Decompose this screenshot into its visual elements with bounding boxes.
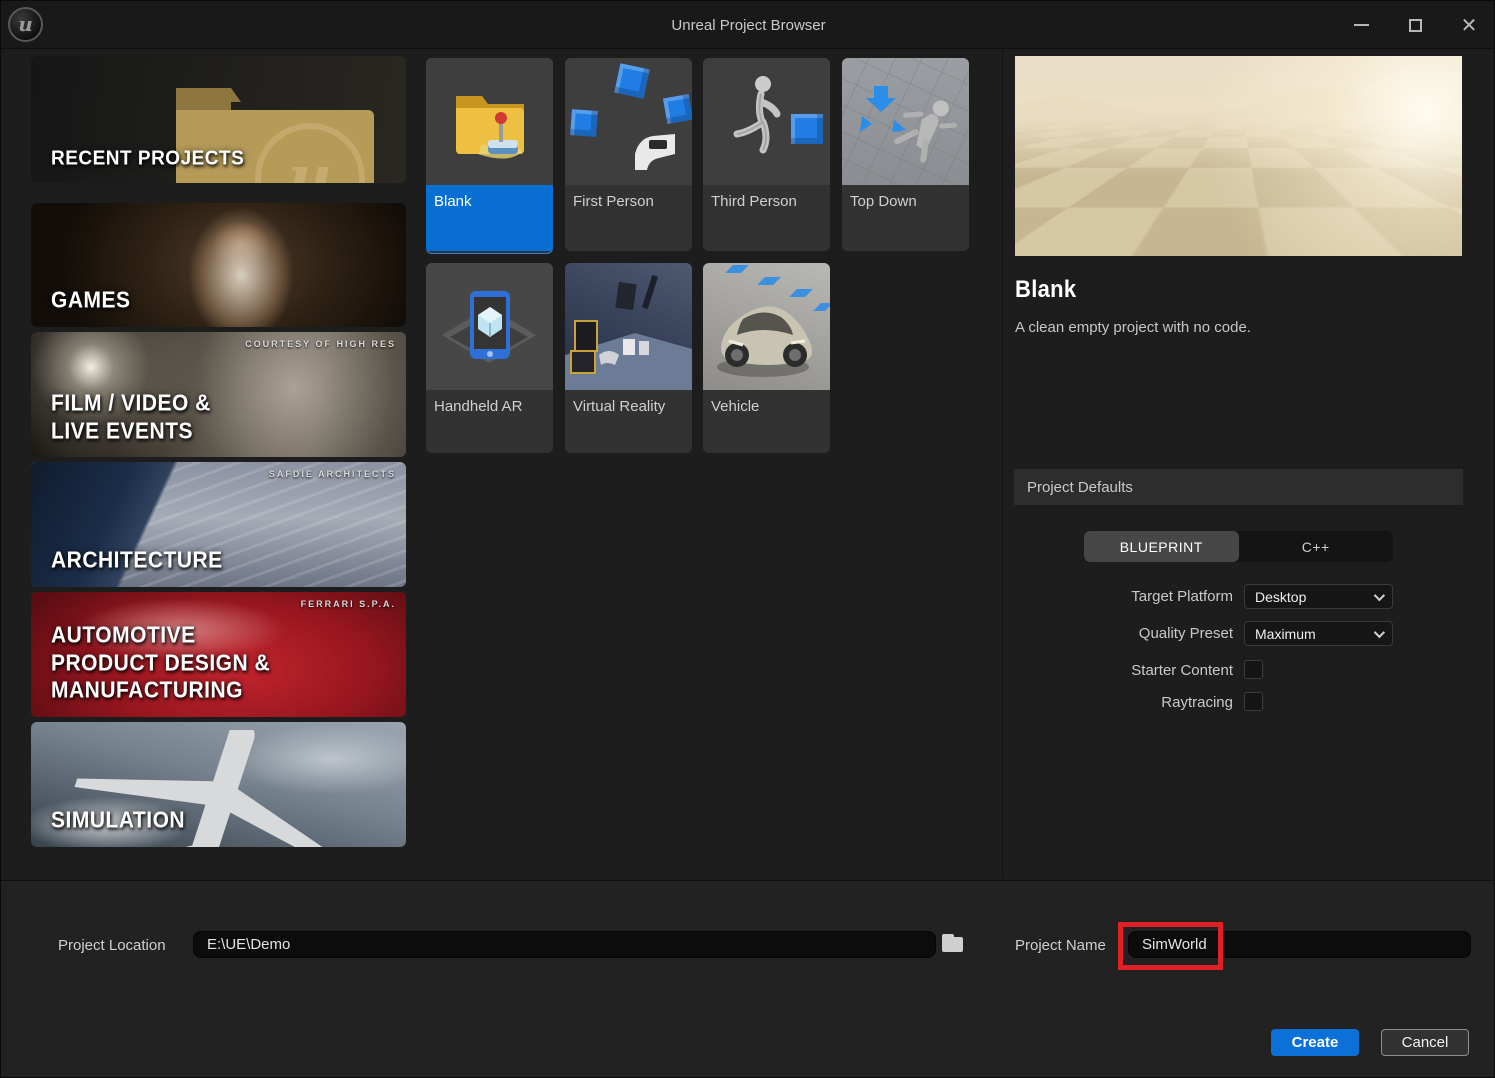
gun-icon	[635, 134, 675, 170]
target-platform-label: Target Platform	[1131, 588, 1233, 605]
selected-template-description: A clean empty project with no code.	[1015, 319, 1251, 336]
language-toggle: BLUEPRINT C++	[1084, 531, 1393, 562]
project-location-input[interactable]	[193, 931, 936, 958]
template-vehicle[interactable]: Vehicle	[703, 263, 830, 453]
target-platform-dropdown[interactable]: Desktop	[1244, 584, 1393, 609]
browse-folder-icon[interactable]	[942, 934, 963, 952]
template-third-person[interactable]: Third Person	[703, 58, 830, 251]
category-label: RECENT PROJECTS	[51, 147, 245, 170]
chevron-down-icon	[1373, 589, 1386, 601]
category-label: SIMULATION	[51, 808, 186, 834]
third-person-thumbnail	[703, 58, 830, 185]
category-film-video[interactable]: COURTESY OF HIGH RES FILM / VIDEO & LIVE…	[31, 332, 406, 457]
maximize-icon[interactable]	[1402, 12, 1428, 38]
selected-template-title: Blank	[1015, 275, 1077, 303]
vehicle-thumbnail	[703, 263, 830, 390]
top-down-thumbnail	[842, 58, 969, 185]
category-games[interactable]: GAMES	[31, 203, 406, 327]
starter-content-checkbox[interactable]	[1244, 660, 1263, 679]
category-label: ARCHITECTURE	[51, 548, 223, 574]
folder-joystick-icon	[456, 96, 524, 159]
handheld-ar-thumbnail	[426, 263, 553, 390]
starter-content-label: Starter Content	[1131, 662, 1233, 679]
phone-ar-icon	[442, 291, 536, 363]
template-label: Blank	[426, 185, 553, 251]
first-person-thumbnail	[565, 58, 692, 185]
template-first-person[interactable]: First Person	[565, 58, 692, 251]
panel-divider	[1002, 49, 1003, 879]
category-label: AUTOMOTIVE PRODUCT DESIGN & MANUFACTURIN…	[51, 623, 271, 704]
category-architecture[interactable]: SAFDIE ARCHITECTS ARCHITECTURE	[31, 462, 406, 587]
blank-thumbnail	[426, 58, 553, 185]
template-label: Vehicle	[703, 390, 830, 453]
template-preview-image	[1015, 56, 1462, 256]
svg-text:u: u	[288, 143, 332, 183]
minimize-icon[interactable]	[1348, 12, 1374, 38]
template-label: Third Person	[703, 185, 830, 251]
chevron-down-icon	[1373, 626, 1386, 638]
footer-bar: Project Location Project Name Create Can…	[1, 880, 1494, 1077]
template-handheld-ar[interactable]: Handheld AR	[426, 263, 553, 453]
title-bar: u Unreal Project Browser ✕	[1, 1, 1494, 49]
cancel-button[interactable]: Cancel	[1381, 1029, 1469, 1056]
blueprint-toggle-button[interactable]: BLUEPRINT	[1084, 531, 1239, 562]
category-simulation[interactable]: SIMULATION	[31, 722, 406, 847]
category-label: GAMES	[51, 288, 131, 314]
raytracing-label: Raytracing	[1161, 694, 1233, 711]
cpp-toggle-button[interactable]: C++	[1239, 531, 1394, 562]
template-label: Virtual Reality	[565, 390, 692, 453]
window-title: Unreal Project Browser	[671, 16, 826, 34]
project-defaults-header: Project Defaults	[1014, 469, 1463, 505]
quality-preset-value: Maximum	[1255, 625, 1316, 642]
category-automotive[interactable]: FERRARI S.P.A. AUTOMOTIVE PRODUCT DESIGN…	[31, 592, 406, 717]
template-blank[interactable]: Blank	[426, 58, 553, 254]
category-label: FILM / VIDEO & LIVE EVENTS	[51, 390, 211, 444]
image-credit: COURTESY OF HIGH RES	[245, 339, 396, 349]
mannequin-icon	[733, 76, 781, 154]
template-label: First Person	[565, 185, 692, 251]
category-recent-projects[interactable]: u RECENT PROJECTS	[31, 56, 406, 183]
quality-preset-dropdown[interactable]: Maximum	[1244, 621, 1393, 646]
template-virtual-reality[interactable]: Virtual Reality	[565, 263, 692, 453]
project-name-label: Project Name	[1015, 937, 1106, 954]
raytracing-checkbox[interactable]	[1244, 692, 1263, 711]
virtual-reality-thumbnail	[565, 263, 692, 390]
annotation-highlight-box	[1118, 922, 1223, 970]
quality-preset-label: Quality Preset	[1138, 625, 1233, 642]
sports-car-icon	[717, 265, 830, 377]
template-label: Top Down	[842, 185, 969, 251]
close-icon[interactable]: ✕	[1456, 12, 1482, 38]
template-label: Handheld AR	[426, 390, 553, 453]
template-top-down[interactable]: Top Down	[842, 58, 969, 251]
target-platform-value: Desktop	[1255, 588, 1307, 605]
create-button[interactable]: Create	[1271, 1029, 1359, 1056]
project-location-label: Project Location	[58, 937, 166, 954]
top-down-arrows-mannequin-icon	[860, 86, 958, 163]
vr-scene-icon	[565, 274, 692, 390]
image-credit: SAFDIE ARCHITECTS	[268, 469, 396, 479]
unreal-project-browser-window: u Unreal Project Browser ✕ u RECENT PROJ…	[0, 0, 1495, 1078]
image-credit: FERRARI S.P.A.	[300, 599, 396, 609]
